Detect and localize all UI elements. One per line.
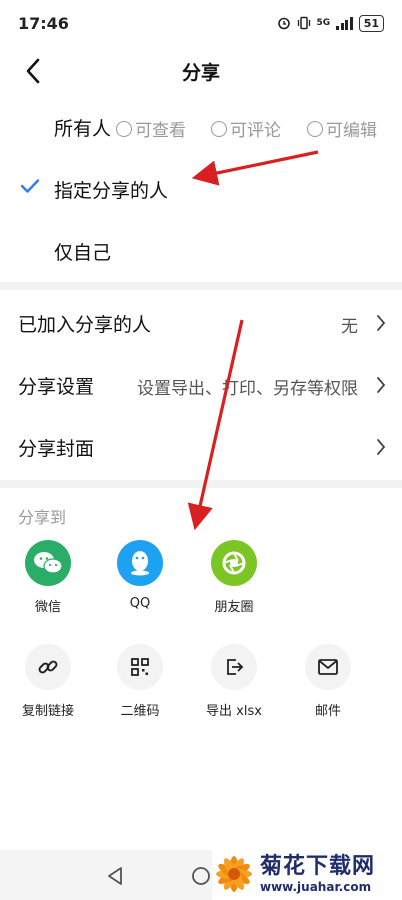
row-value: 无 <box>341 317 358 337</box>
row-label: 分享封面 <box>18 438 95 460</box>
share-cover-row[interactable]: 分享封面 <box>0 416 402 478</box>
share-label: 微信 <box>34 600 61 615</box>
share-label: 邮件 <box>314 704 341 719</box>
checkmark-icon <box>20 179 40 193</box>
export-icon <box>211 644 257 690</box>
radio-icon <box>116 120 132 137</box>
permission-comment[interactable]: 可评论 <box>211 116 281 141</box>
status-time: 17:46 <box>18 13 69 33</box>
status-icons: 5G 51 <box>277 14 384 32</box>
mail-icon <box>305 644 351 690</box>
export-xlsx-button[interactable]: 导出 xlsx <box>194 644 274 719</box>
option-label: 仅自己 <box>54 241 112 264</box>
chrysanthemum-logo-icon <box>216 856 252 892</box>
header: 分享 <box>0 46 402 96</box>
share-settings-row[interactable]: 分享设置 设置导出、打印、另存等权限 <box>0 354 402 416</box>
option-specified-people[interactable]: 指定分享的人 <box>0 158 402 220</box>
share-settings-list: 已加入分享的人 无 分享设置 设置导出、打印、另存等权限 分享封面 <box>0 290 402 480</box>
vibrate-icon <box>297 16 310 30</box>
share-label: QQ <box>129 596 151 611</box>
page-title: 分享 <box>181 62 220 84</box>
row-label: 已加入分享的人 <box>18 314 152 336</box>
watermark: 菊花下载网 www.juahar.com <box>212 848 402 900</box>
permission-view[interactable]: 可查看 <box>116 116 186 141</box>
share-qq-button[interactable]: QQ <box>100 540 180 611</box>
joined-people-row[interactable]: 已加入分享的人 无 <box>0 292 402 354</box>
share-label: 导出 xlsx <box>206 704 262 719</box>
share-moments-button[interactable]: 朋友圈 <box>194 540 274 615</box>
chevron-right-icon <box>377 377 386 393</box>
share-to-panel: 分享到 微信 QQ 朋友圈 复制链接 二维码 导出 xlsx 邮件 <box>0 488 402 850</box>
qr-code-button[interactable]: 二维码 <box>100 644 180 719</box>
share-label: 复制链接 <box>21 704 74 719</box>
nav-back-icon[interactable] <box>106 866 124 886</box>
option-label: 所有人 <box>54 117 112 140</box>
battery-indicator: 51 <box>358 14 384 32</box>
permission-label: 可编辑 <box>326 121 377 141</box>
qr-code-icon <box>117 644 163 690</box>
row-label: 分享设置 <box>18 376 95 398</box>
option-only-me[interactable]: 仅自己 <box>0 220 402 282</box>
copy-link-button[interactable]: 复制链接 <box>8 644 88 719</box>
nav-home-icon[interactable] <box>191 866 211 886</box>
link-icon <box>25 644 71 690</box>
mail-button[interactable]: 邮件 <box>288 644 368 719</box>
radio-icon <box>211 120 227 137</box>
visibility-options: 所有人 可查看 可评论 可编辑 指定分享的人 仅自己 <box>0 96 402 282</box>
radio-icon <box>307 120 323 137</box>
chevron-right-icon <box>377 439 386 455</box>
alarm-icon <box>277 17 290 30</box>
share-label: 二维码 <box>120 704 160 719</box>
row-value: 设置导出、打印、另存等权限 <box>137 379 358 399</box>
wechat-icon <box>25 540 71 586</box>
permission-label: 可评论 <box>230 121 281 141</box>
share-to-title: 分享到 <box>18 508 67 527</box>
network-type: 5G <box>316 18 331 28</box>
share-wechat-button[interactable]: 微信 <box>8 540 88 615</box>
permission-label: 可查看 <box>135 121 186 141</box>
option-label: 指定分享的人 <box>54 179 169 202</box>
share-label: 朋友圈 <box>214 600 254 615</box>
watermark-title: 菊花下载网 <box>260 854 376 879</box>
watermark-url: www.juahar.com <box>260 880 372 894</box>
qq-icon <box>117 540 163 586</box>
permission-edit[interactable]: 可编辑 <box>307 116 377 141</box>
signal-icon <box>336 16 353 30</box>
chevron-right-icon <box>377 315 386 331</box>
status-bar: 17:46 5G 51 <box>0 0 402 46</box>
moments-icon <box>211 540 257 586</box>
option-everyone[interactable]: 所有人 可查看 可评论 可编辑 <box>0 96 402 158</box>
